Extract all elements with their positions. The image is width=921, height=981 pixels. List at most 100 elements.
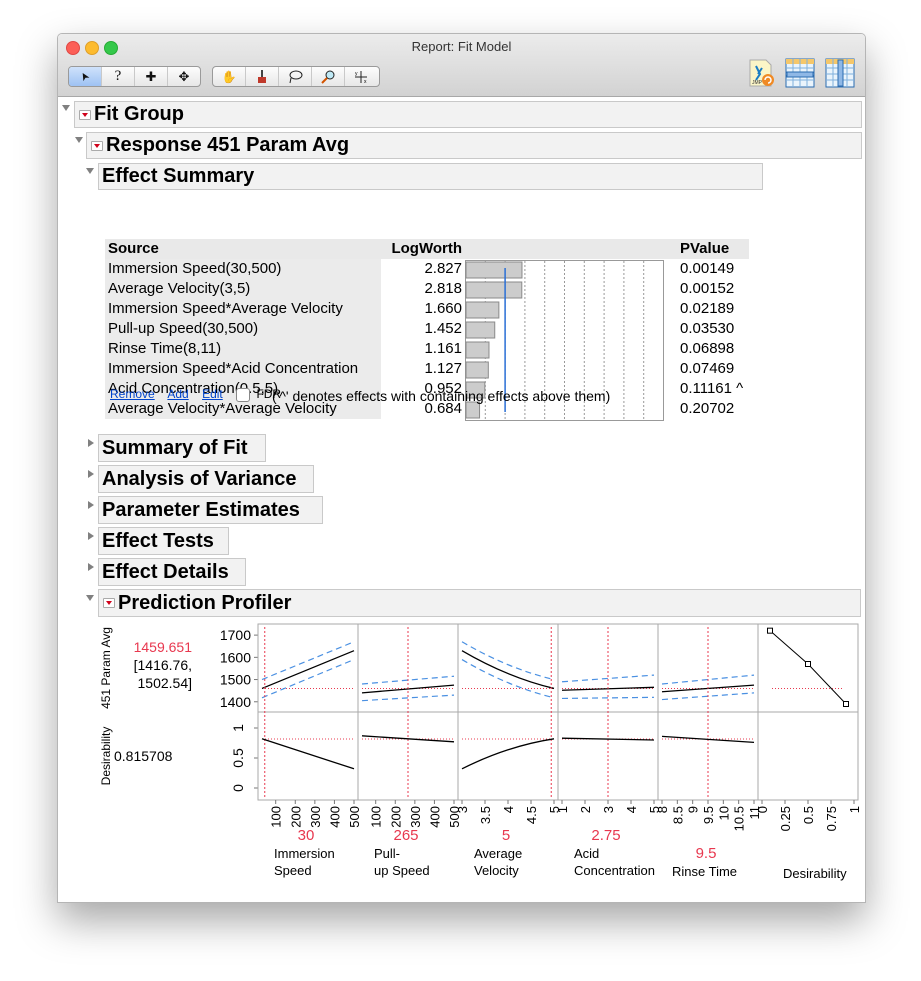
factor-current-value[interactable]: 30: [298, 827, 315, 844]
red-triangle-menu-icon[interactable]: [103, 598, 115, 608]
response-predicted-value: 1459.651: [134, 639, 193, 655]
x-tick-label: 9.5: [701, 806, 716, 824]
grabber-tool-button[interactable]: ✋: [213, 67, 246, 86]
disclosure-open-icon[interactable]: [75, 137, 83, 143]
x-tick-label: 8.5: [670, 806, 685, 824]
outline-prediction-profiler[interactable]: Prediction Profiler: [98, 589, 861, 617]
x-tick-label: 4.5: [524, 806, 539, 824]
disclosure-open-icon[interactable]: [86, 595, 94, 601]
effect-summary-note: ('^' denotes effects with containing eff…: [272, 388, 611, 404]
disclosure-closed-icon[interactable]: [88, 439, 94, 447]
arrow-tool-button[interactable]: ➤: [69, 67, 102, 86]
outline-analysis-of-variance[interactable]: Analysis of Variance: [98, 465, 314, 493]
logworth-bar: [465, 301, 500, 319]
outline-response[interactable]: Response 451 Param Avg: [86, 132, 862, 159]
profiler-panel-response: [757, 623, 859, 713]
header-pvalue: PValue: [680, 240, 730, 257]
x-tick-label: 500: [347, 806, 362, 828]
row-source: Immersion Speed*Acid Concentration: [108, 360, 359, 377]
help-tool-button[interactable]: ?: [102, 67, 135, 86]
factor-name-label: Speed: [274, 863, 312, 878]
profiler-panel-desirability: [257, 711, 359, 801]
disclosure-closed-icon[interactable]: [88, 532, 94, 540]
y-tick-label: 0.5: [230, 748, 246, 768]
disclosure-closed-icon[interactable]: [88, 470, 94, 478]
tool-group-2: ✋ yx: [212, 66, 380, 87]
factor-name-label: Rinse Time: [672, 864, 737, 879]
data-table-column-icon[interactable]: [825, 58, 855, 88]
row-logworth: 2.818: [424, 280, 462, 297]
x-tick-label: 8: [655, 806, 670, 813]
outline-title: Effect Tests: [102, 529, 214, 552]
outline-title: Effect Summary: [102, 165, 255, 187]
disclosure-open-icon[interactable]: [86, 168, 94, 174]
desirability-handle[interactable]: [805, 661, 811, 667]
x-tick-label: 3: [601, 806, 616, 813]
red-triangle-menu-icon[interactable]: [79, 109, 91, 120]
x-tick-label: 300: [308, 806, 323, 828]
selection-tool-button[interactable]: ✚: [135, 67, 168, 86]
factor-current-value[interactable]: 9.5: [696, 845, 717, 862]
edit-link[interactable]: Edit: [202, 387, 223, 401]
red-triangle-menu-icon[interactable]: [91, 140, 103, 151]
fdr-checkbox[interactable]: [236, 387, 251, 402]
x-tick-label: 0.5: [801, 806, 816, 824]
remove-link[interactable]: Remove: [110, 387, 155, 401]
row-pvalue: 0.02189: [680, 300, 735, 317]
row-source: Immersion Speed(30,500): [108, 260, 282, 277]
outline-fit-group[interactable]: Fit Group: [74, 101, 862, 128]
row-logworth: 1.161: [424, 340, 462, 357]
factor-current-value[interactable]: 2.75: [591, 827, 620, 844]
header-logworth: LogWorth: [391, 240, 462, 257]
desirability-axis-label: Desirability: [99, 727, 113, 786]
jmp-script-icon[interactable]: JMP: [746, 58, 776, 88]
x-tick-label: 100: [369, 806, 384, 828]
factor-name-label: Acid: [574, 846, 599, 861]
x-tick-label: 400: [327, 806, 342, 828]
outline-title: Prediction Profiler: [118, 591, 292, 614]
hand-grabber-icon: ✋: [221, 69, 237, 84]
outline-effect-details[interactable]: Effect Details: [98, 558, 246, 586]
tool-group-1: ➤ ? ✚ ✥: [68, 66, 201, 87]
row-source: Pull-up Speed(30,500): [108, 320, 259, 337]
outline-parameter-estimates[interactable]: Parameter Estimates: [98, 496, 323, 524]
x-tick-label: 200: [288, 806, 303, 828]
svg-text:x: x: [364, 79, 367, 84]
add-link[interactable]: Add: [167, 387, 188, 401]
outline-effect-tests[interactable]: Effect Tests: [98, 527, 229, 555]
profiler-panel-response: [257, 623, 359, 713]
outline-title: Fit Group: [94, 103, 184, 125]
factor-current-value[interactable]: 5: [502, 827, 510, 844]
logworth-bar: [465, 281, 523, 299]
disclosure-closed-icon[interactable]: [88, 563, 94, 571]
svg-text:y: y: [355, 71, 358, 77]
row-pvalue: 0.07469: [680, 360, 735, 377]
desirability-handle[interactable]: [843, 701, 849, 707]
outline-title: Effect Details: [102, 560, 229, 583]
report-window: Report: Fit Model ➤ ? ✚ ✥ ✋ yx JMP Fit G…: [57, 33, 866, 903]
effect-summary-links: Remove Add Edit FDR: [110, 387, 281, 402]
x-tick-label: 0: [755, 806, 770, 813]
disclosure-open-icon[interactable]: [62, 105, 70, 111]
row-pvalue: 0.20702: [680, 400, 735, 417]
desirability-handle[interactable]: [767, 627, 773, 634]
x-tick-label: 10: [716, 806, 731, 820]
response-ci-lower: [1416.76,: [134, 657, 192, 673]
row-logworth: 2.827: [424, 260, 462, 277]
magnifier-tool-button[interactable]: [312, 67, 345, 86]
x-tick-label: 300: [408, 806, 423, 828]
factor-current-value[interactable]: 265: [393, 827, 418, 844]
profiler-panel-response: [457, 623, 559, 713]
disclosure-closed-icon[interactable]: [88, 501, 94, 509]
row-logworth: 1.452: [424, 320, 462, 337]
lasso-tool-button[interactable]: [279, 67, 312, 86]
outline-title: Parameter Estimates: [102, 498, 300, 521]
outline-effect-summary[interactable]: Effect Summary: [98, 163, 763, 190]
brush-tool-button[interactable]: [246, 67, 279, 86]
y-tick-label: 1: [230, 724, 246, 732]
title-bar: Report: Fit Model ➤ ? ✚ ✥ ✋ yx JMP: [58, 34, 865, 97]
crosshairs-tool-button[interactable]: yx: [345, 67, 377, 86]
move-tool-button[interactable]: ✥: [168, 67, 200, 86]
outline-summary-of-fit[interactable]: Summary of Fit: [98, 434, 266, 462]
data-table-row-icon[interactable]: [785, 58, 815, 88]
